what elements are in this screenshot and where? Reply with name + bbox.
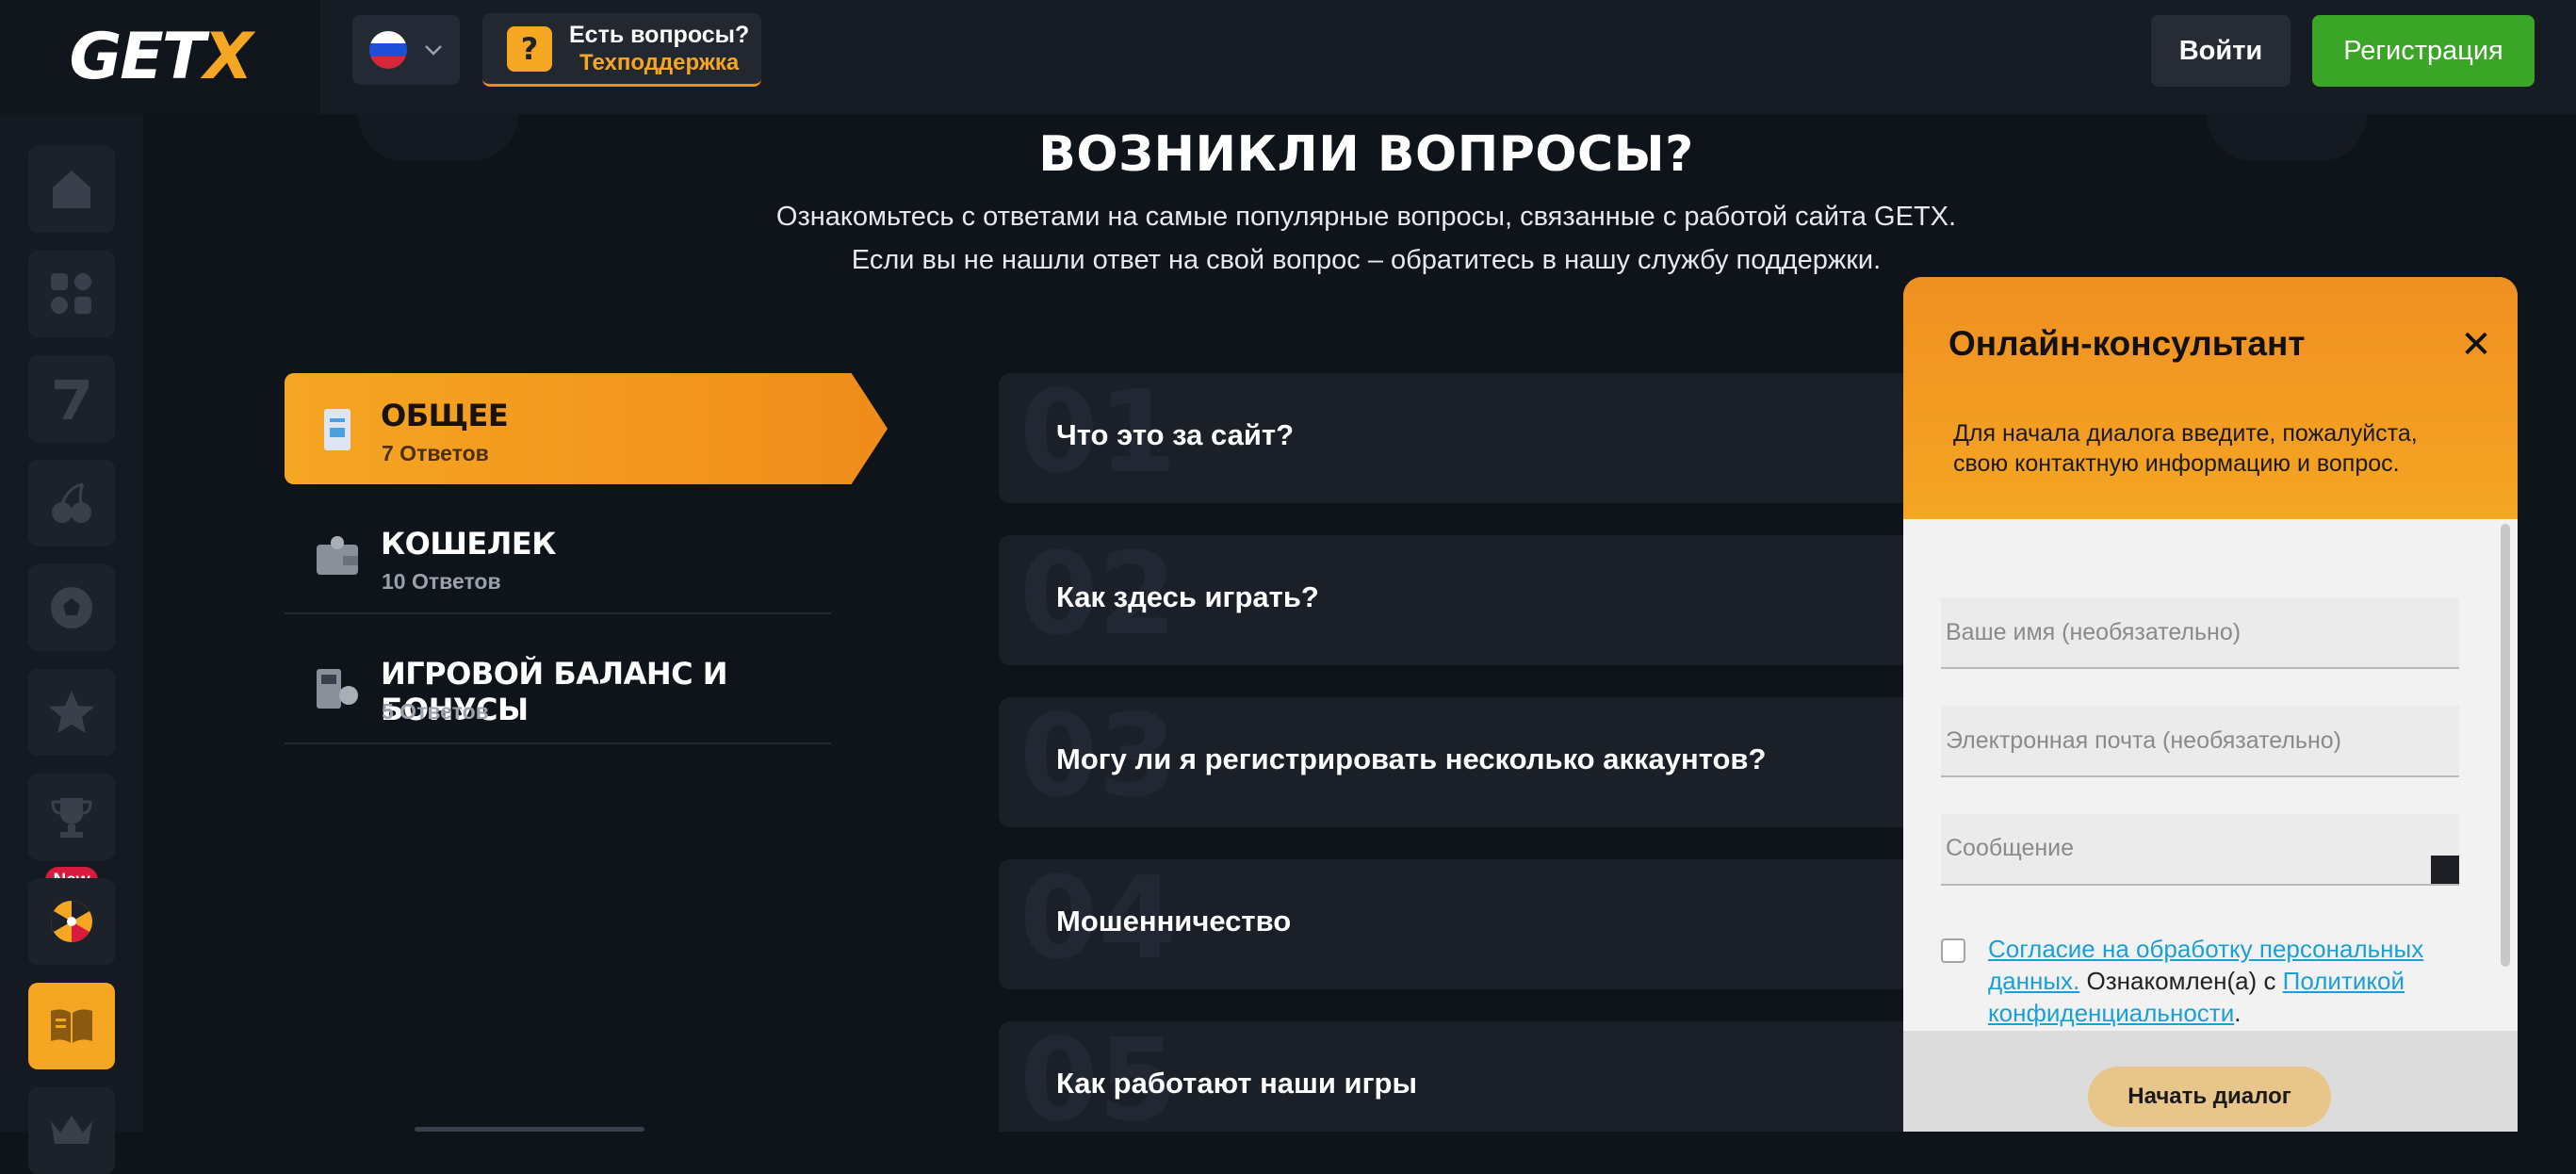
email-input[interactable]	[1941, 706, 2459, 775]
consent-text: Согласие на обработку персональных данны…	[1988, 933, 2459, 1029]
star-icon	[49, 691, 94, 733]
category-count: 10 Ответов	[382, 569, 501, 594]
chat-description: Для начала диалога введите, пожалуйста, …	[1953, 420, 2418, 477]
category-count: 7 Ответов	[382, 441, 489, 465]
support-button[interactable]: ? Есть вопросы? Техподдержка	[482, 13, 761, 87]
cherry-icon	[52, 482, 91, 523]
support-label: Техподдержка	[579, 49, 740, 75]
question-text: Что это за сайт?	[1056, 418, 1295, 451]
sidebar-item-vip[interactable]	[28, 1087, 115, 1174]
category-title: ОБЩЕЕ	[381, 398, 509, 433]
faq-question[interactable]: 04 Мошенничество	[999, 859, 1941, 989]
crown-icon	[51, 1116, 92, 1144]
russia-flag-icon	[369, 31, 407, 69]
category-general[interactable]: ОБЩЕЕ 7 Ответов	[285, 373, 888, 484]
football-icon	[51, 587, 92, 628]
book-icon	[51, 1009, 92, 1043]
category-count: 5 Ответов	[382, 699, 489, 724]
slot-machine-icon	[317, 669, 358, 709]
document-icon	[324, 409, 351, 450]
language-selector[interactable]	[352, 15, 460, 85]
page-subtitle-line2: Если вы не нашли ответ на свой вопрос – …	[851, 245, 1882, 275]
top-bar: GETX ? Есть вопросы? Техподдержка Войти …	[0, 0, 2576, 114]
question-text: Могу ли я регистрировать несколько аккау…	[1056, 742, 1767, 775]
resize-handle-icon[interactable]	[2431, 856, 2459, 884]
question-bubble-icon: ?	[507, 25, 552, 72]
logo-text: GET	[69, 20, 205, 94]
name-field[interactable]	[1941, 597, 2459, 669]
sidebar-item-fruits[interactable]	[28, 460, 115, 546]
logo-accent: X	[204, 20, 253, 94]
chat-title: Онлайн-консультант	[1948, 324, 2306, 363]
message-field[interactable]	[1941, 814, 2459, 886]
faq-question[interactable]: 05 Как работают наши игры	[999, 1021, 1941, 1132]
support-question: Есть вопросы?	[569, 21, 750, 48]
chat-footer: Начать диалог	[1903, 1031, 2518, 1132]
sidebar-item-wheel[interactable]	[28, 878, 115, 965]
sidebar-item-tournaments[interactable]	[28, 774, 115, 860]
trophy-icon	[51, 798, 92, 838]
page-subtitle-line1: Ознакомьтесь с ответами на самые популяр…	[775, 202, 1957, 232]
question-text: Как работают наши игры	[1056, 1067, 1417, 1100]
register-button[interactable]: Регистрация	[2312, 15, 2535, 87]
name-input[interactable]	[1941, 597, 2459, 667]
message-input[interactable]	[1941, 814, 2459, 884]
faq-question[interactable]: 03 Могу ли я регистрировать несколько ак…	[999, 697, 1941, 827]
close-icon[interactable]: ✕	[2457, 326, 2495, 364]
faq-question[interactable]: 02 Как здесь играть?	[999, 535, 1941, 665]
category-balance-bonuses[interactable]: ИГРОВОЙ БАЛАНС И БОНУСЫ 5 Ответов	[285, 631, 831, 744]
consent-checkbox[interactable]	[1941, 938, 1965, 963]
faq-question[interactable]: 01 Что это за сайт?	[999, 373, 1941, 503]
sidebar-item-favorites[interactable]	[28, 669, 115, 756]
email-field[interactable]	[1941, 706, 2459, 777]
wallet-icon	[317, 536, 358, 575]
online-consultant-widget: Онлайн-консультант ✕ Для начала диалога …	[1903, 277, 2518, 1132]
category-title: КОШЕЛЕК	[381, 526, 556, 562]
question-text: Мошенничество	[1056, 905, 1292, 938]
start-dialog-button[interactable]: Начать диалог	[2088, 1067, 2331, 1127]
consent-middle-text: Ознакомлен(а) с	[2079, 967, 2283, 995]
wheel-icon	[51, 901, 92, 942]
login-button[interactable]: Войти	[2151, 15, 2291, 87]
page-title: ВОЗНИКЛИ ВОПРОСЫ?	[1038, 126, 1694, 183]
chevron-down-icon	[425, 45, 442, 56]
slots-seven-icon	[55, 380, 89, 419]
logo[interactable]: GETX	[0, 0, 320, 114]
sidebar-item-faq[interactable]	[28, 983, 115, 1069]
sidebar-item-sports[interactable]	[28, 564, 115, 651]
sidebar-item-slots[interactable]	[28, 355, 115, 442]
consent-end-text: .	[2234, 999, 2242, 1027]
question-text: Как здесь играть?	[1056, 580, 1319, 613]
chat-scrollbar[interactable]	[2501, 524, 2510, 967]
chat-header: Онлайн-консультант ✕ Для начала диалога …	[1903, 277, 2518, 519]
horizontal-scrollbar[interactable]	[415, 1127, 644, 1132]
category-wallet[interactable]: КОШЕЛЕК 10 Ответов	[285, 501, 831, 614]
